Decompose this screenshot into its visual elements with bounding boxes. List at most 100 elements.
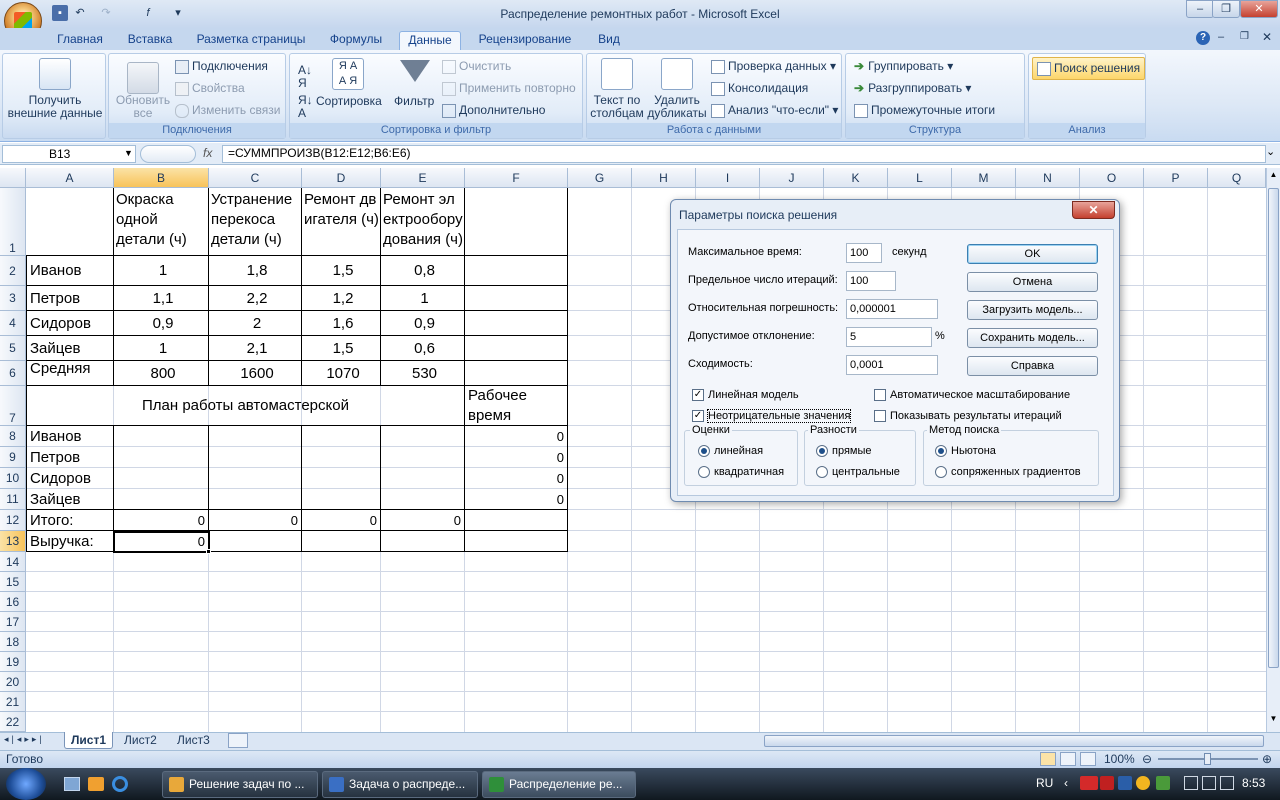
row-header-4[interactable]: 4	[0, 311, 26, 336]
fill-handle[interactable]	[206, 549, 211, 554]
row-header-1[interactable]: 1	[0, 188, 26, 256]
row-header-9[interactable]: 9	[0, 447, 26, 468]
media-player-icon[interactable]	[88, 777, 104, 791]
time-cell[interactable]: 1	[114, 336, 209, 361]
row-header-22[interactable]: 22	[0, 712, 26, 732]
sort-button[interactable]: Сортировка	[316, 94, 382, 108]
tab-home[interactable]: Главная	[50, 31, 110, 50]
minimize-button[interactable]: –	[1186, 0, 1214, 18]
sheet-tab-2[interactable]: Лист2	[118, 732, 163, 749]
scroll-down-icon[interactable]: ▼	[1268, 714, 1279, 728]
column-header-j[interactable]: J	[760, 168, 824, 188]
reapply-button[interactable]: Применить повторно	[442, 81, 576, 96]
linear-model-checkbox[interactable]: ✓	[692, 389, 704, 401]
iterations-input[interactable]: 100	[846, 271, 896, 291]
method-newton-radio[interactable]	[935, 445, 947, 457]
column-header-p[interactable]: P	[1144, 168, 1208, 188]
plan-worker-name[interactable]: Петров	[27, 447, 113, 468]
filter-button[interactable]: Фильтр	[394, 94, 434, 108]
time-cell[interactable]: 0,9	[114, 311, 209, 336]
total-cell[interactable]: 0	[381, 510, 464, 531]
row-header-6[interactable]: 6	[0, 361, 26, 386]
formula-expand-icon[interactable]: ⌄	[1266, 145, 1275, 158]
column-header-a[interactable]: A	[26, 168, 114, 188]
worker-name[interactable]: Петров	[27, 286, 113, 311]
ie-icon[interactable]	[112, 776, 128, 792]
header-alignment[interactable]: Устранение перекоса детали (ч)	[209, 188, 302, 256]
sort-asc-icon[interactable]: А↓ Я	[298, 64, 312, 90]
header-painting[interactable]: Окраска одной детали (ч)	[114, 188, 209, 256]
show-iterations-checkbox[interactable]	[874, 410, 886, 422]
time-cell[interactable]: 1,5	[302, 336, 381, 361]
column-header-l[interactable]: L	[888, 168, 952, 188]
vertical-scroll-thumb[interactable]	[1268, 188, 1279, 668]
work-time-cell[interactable]: 0	[465, 447, 567, 468]
close-button[interactable]: ✕	[1240, 0, 1278, 18]
avg-cell[interactable]: 1070	[302, 361, 381, 386]
time-cell[interactable]: 1,2	[302, 286, 381, 311]
avg-label[interactable]: Средняя	[27, 358, 113, 380]
row-header-21[interactable]: 21	[0, 692, 26, 712]
horizontal-scroll-thumb[interactable]	[764, 735, 1264, 747]
time-cell[interactable]: 2,2	[209, 286, 302, 311]
plan-title[interactable]: План работы автомастерской	[26, 386, 465, 426]
plan-worker-name[interactable]: Зайцев	[27, 489, 113, 510]
precision-input[interactable]: 0,000001	[846, 299, 938, 319]
time-cell[interactable]: 1,1	[114, 286, 209, 311]
avg-cell[interactable]: 800	[114, 361, 209, 386]
help-icon[interactable]: ?	[1196, 31, 1210, 45]
row-header-11[interactable]: 11	[0, 489, 26, 510]
time-cell[interactable]: 2,1	[209, 336, 302, 361]
header-electrical[interactable]: Ремонт электрооборудования (ч)	[381, 188, 465, 256]
column-header-c[interactable]: C	[209, 168, 302, 188]
consolidate-button[interactable]: Консолидация	[711, 81, 808, 96]
ribbon-minimize-icon[interactable]: –	[1218, 31, 1224, 43]
taskbar-item-3[interactable]: Распределение ре...	[482, 771, 636, 798]
selected-cell-b13[interactable]	[113, 531, 210, 553]
worker-name[interactable]: Сидоров	[27, 311, 113, 336]
work-time-cell[interactable]: 0	[465, 468, 567, 489]
power-icon[interactable]	[1220, 776, 1234, 790]
column-header-k[interactable]: K	[824, 168, 888, 188]
clear-button[interactable]: Очистить	[442, 59, 511, 74]
sort-desc-icon[interactable]: Я↓ А	[298, 94, 313, 120]
work-time-cell[interactable]: 0	[465, 426, 567, 447]
row-header-15[interactable]: 15	[0, 572, 26, 592]
refresh-all-button[interactable]: Обновить все	[111, 94, 175, 120]
column-header-f[interactable]: F	[465, 168, 568, 188]
revenue-label[interactable]: Выручка:	[27, 531, 113, 552]
solver-button[interactable]: Поиск решения	[1032, 57, 1146, 80]
column-header-m[interactable]: M	[952, 168, 1016, 188]
tray-app-icon-3[interactable]	[1136, 776, 1150, 790]
estimate-quadratic-radio[interactable]	[698, 466, 710, 478]
work-time-cell[interactable]: 0	[465, 489, 567, 510]
convergence-input[interactable]: 0,0001	[846, 355, 938, 375]
time-cell[interactable]: 0,9	[381, 311, 465, 336]
row-header-18[interactable]: 18	[0, 632, 26, 652]
time-cell[interactable]: 1	[114, 256, 209, 286]
time-cell[interactable]: 1,8	[209, 256, 302, 286]
time-cell[interactable]: 1,6	[302, 311, 381, 336]
remove-duplicates-button[interactable]: Удалить дубликаты	[647, 94, 707, 120]
column-header-g[interactable]: G	[568, 168, 632, 188]
text-to-columns-button[interactable]: Текст по столбцам	[587, 94, 647, 120]
cancel-button[interactable]: Отмена	[967, 272, 1098, 292]
time-cell[interactable]: 1	[381, 286, 465, 311]
row-header-10[interactable]: 10	[0, 468, 26, 489]
tab-formulas[interactable]: Формулы	[322, 31, 390, 50]
network-icon[interactable]	[1184, 776, 1198, 790]
time-cell[interactable]: 1,5	[302, 256, 381, 286]
ribbon-close-icon[interactable]: ✕	[1262, 30, 1272, 44]
ungroup-button[interactable]: ➔ Разгруппировать ▾	[854, 81, 971, 95]
what-if-button[interactable]: Анализ "что-если" ▾	[711, 103, 838, 118]
row-header-5[interactable]: 5	[0, 336, 26, 361]
row-header-19[interactable]: 19	[0, 652, 26, 672]
sheet-nav-icons[interactable]: ◂|◂▸▸|	[4, 734, 45, 745]
volume-icon[interactable]	[1202, 776, 1216, 790]
name-box-dropdown-icon[interactable]: ▼	[124, 148, 133, 158]
worker-name[interactable]: Иванов	[27, 256, 113, 286]
restore-button[interactable]: ❐	[1212, 0, 1240, 18]
group-button[interactable]: ➔ Группировать ▾	[854, 59, 953, 73]
formula-bar-expander[interactable]	[140, 145, 196, 163]
insert-function-icon[interactable]: fx	[203, 146, 212, 160]
